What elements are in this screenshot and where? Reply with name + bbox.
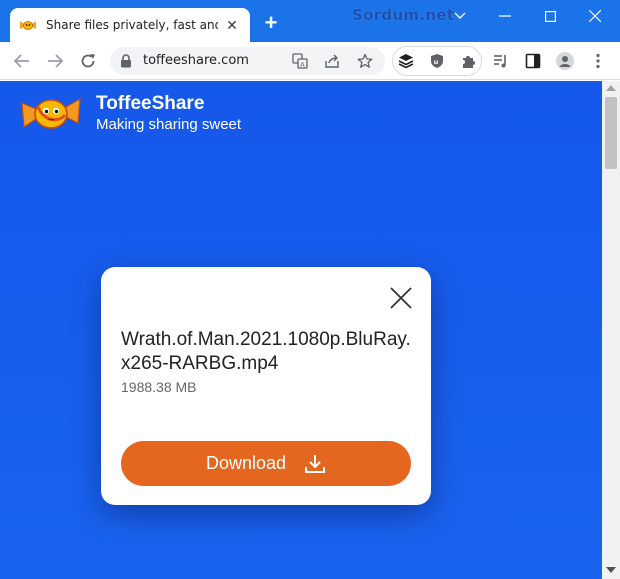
download-button-label: Download (205, 453, 287, 473)
translate-icon[interactable]: A (291, 52, 309, 70)
minimize-icon[interactable] (482, 0, 528, 32)
site-tagline: Making sharing sweet (96, 116, 242, 133)
tab-strip: Share files privately, fast and without … (0, 0, 620, 42)
tab-close-icon[interactable]: ✕ (224, 17, 240, 33)
file-name: Wrath.of.Man.2021.1080p.BluRay.x265-RARB… (121, 329, 411, 374)
side-panel-icon[interactable] (524, 52, 542, 70)
toffee-candy-logo-icon[interactable] (20, 91, 82, 135)
site-title: ToffeeShare (96, 93, 205, 114)
url-text[interactable]: toffeeshare.com (143, 53, 249, 68)
close-icon[interactable] (389, 286, 413, 310)
media-control-icon[interactable] (492, 52, 510, 70)
extensions-group: u (392, 46, 482, 76)
ublock-shield-icon[interactable]: u (428, 52, 446, 70)
scroll-down-arrow-icon[interactable] (606, 567, 616, 573)
scroll-up-arrow-icon[interactable] (606, 85, 616, 91)
lock-icon[interactable] (120, 54, 132, 68)
browser-tab[interactable]: Share files privately, fast and without … (10, 8, 250, 42)
address-bar[interactable]: toffeeshare.com A (110, 47, 385, 75)
share-icon[interactable] (323, 52, 341, 70)
maximize-icon[interactable] (527, 0, 573, 32)
candy-favicon-icon (20, 21, 36, 30)
scrollbar-thumb[interactable] (605, 97, 617, 169)
menu-kebab-icon[interactable] (589, 52, 607, 70)
file-size: 1988.38 MB (121, 379, 197, 395)
tab-search-chevron-icon[interactable] (437, 0, 483, 32)
layers-extension-icon[interactable] (397, 52, 415, 70)
download-card: Wrath.of.Man.2021.1080p.BluRay.x265-RARB… (101, 267, 431, 505)
new-tab-button[interactable]: + (260, 12, 282, 35)
svg-text:u: u (434, 58, 439, 66)
back-arrow-icon[interactable] (12, 51, 32, 71)
browser-toolbar: toffeeshare.com A u (0, 42, 620, 80)
page-content: ToffeeShare Making sharing sweet Wrath.o… (0, 81, 602, 579)
profile-avatar-icon[interactable] (556, 52, 574, 70)
vertical-scrollbar[interactable] (602, 81, 620, 579)
close-window-icon[interactable] (572, 0, 618, 32)
reload-icon[interactable] (78, 51, 98, 71)
forward-arrow-icon[interactable] (45, 51, 65, 71)
download-arrow-icon (305, 454, 326, 473)
puzzle-extensions-icon[interactable] (459, 52, 477, 70)
bookmark-star-icon[interactable] (356, 52, 374, 70)
svg-text:A: A (300, 61, 305, 69)
tab-title: Share files privately, fast and without … (46, 18, 218, 32)
download-button[interactable]: Download (121, 441, 411, 486)
